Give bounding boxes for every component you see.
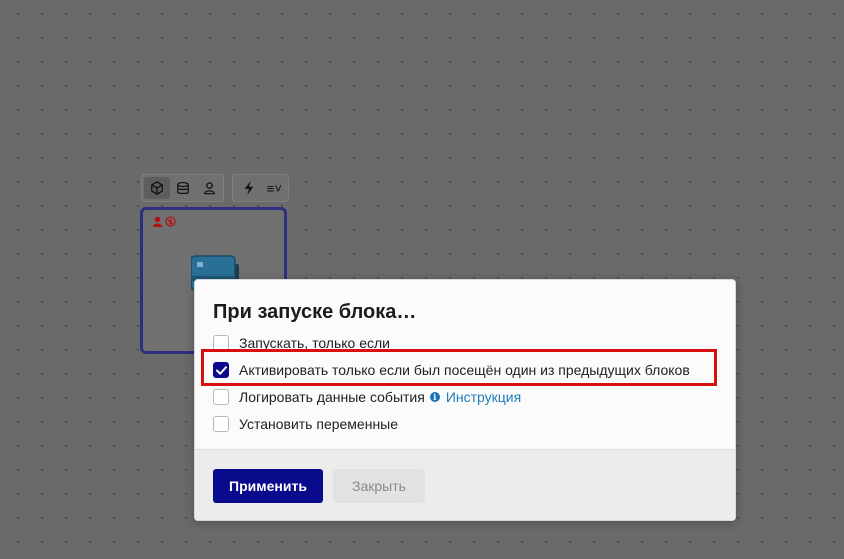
checkbox-activate-if-visited[interactable] (213, 362, 229, 378)
user-icon (152, 216, 163, 227)
instruction-link[interactable]: Инструкция (446, 389, 521, 405)
checkbox-log-event-data[interactable] (213, 389, 229, 405)
option-set-variables[interactable]: Установить переменные (213, 414, 398, 434)
info-icon[interactable]: i (429, 392, 440, 402)
option-label: Активировать только если был посещён оди… (239, 362, 690, 378)
dialog-title: При запуске блока… (213, 301, 417, 323)
check-icon (215, 365, 227, 375)
block-badges (152, 216, 176, 227)
option-label: Логировать данные события (239, 389, 425, 405)
database-icon[interactable] (170, 177, 196, 199)
lightning-icon[interactable] (237, 177, 261, 199)
close-button[interactable]: Закрыть (333, 469, 425, 503)
option-activate-if-visited[interactable]: Активировать только если был посещён оди… (213, 360, 690, 380)
option-log-event-data[interactable]: Логировать данные события i Инструкция (213, 387, 521, 407)
option-label: Установить переменные (239, 416, 399, 432)
dialog-footer: Применить Закрыть (195, 449, 735, 520)
cube-icon[interactable] (144, 177, 170, 199)
currency-icon (165, 216, 176, 227)
apply-button[interactable]: Применить (213, 469, 323, 503)
list-menu-icon[interactable]: ≡˅ (261, 177, 288, 199)
block-toolbar-right: ≡˅ (232, 174, 289, 202)
checkbox-set-variables[interactable] (213, 416, 229, 432)
user-icon[interactable] (196, 177, 222, 199)
block-launch-dialog: При запуске блока… Запускать, только есл… (194, 279, 736, 521)
block-toolbar-left (141, 174, 224, 202)
